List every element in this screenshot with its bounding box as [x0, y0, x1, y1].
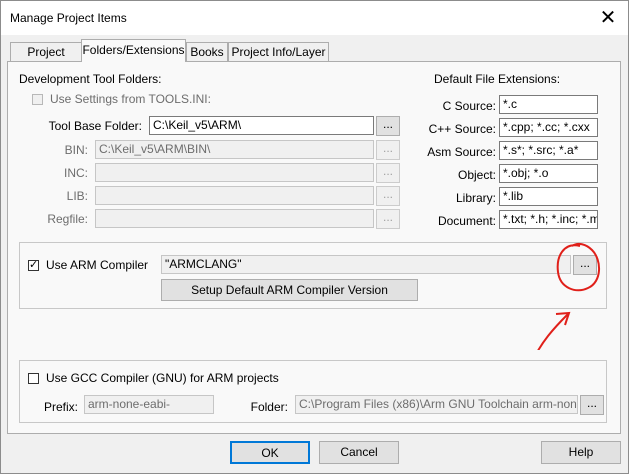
folders-extensions-panel: Development Tool Folders: Use Settings f… [7, 61, 621, 434]
regfile-input[interactable] [95, 209, 374, 228]
prefix-label: Prefix: [43, 400, 78, 414]
c-source-label: C Source: [442, 99, 496, 113]
setup-default-arm-compiler-button[interactable]: Setup Default ARM Compiler Version [161, 279, 418, 301]
tool-base-folder-label: Tool Base Folder: [48, 119, 142, 133]
tab-books[interactable]: Books [186, 42, 228, 61]
folder-label: Folder: [250, 400, 288, 414]
inc-browse-button[interactable]: ... [376, 163, 400, 183]
development-tool-folders-label: Development Tool Folders: [19, 72, 162, 86]
regfile-browse-button[interactable]: ... [376, 209, 400, 229]
gcc-folder-input[interactable]: C:\Program Files (x86)\Arm GNU Toolchain… [295, 395, 578, 414]
use-gcc-compiler-label: Use GCC Compiler (GNU) for ARM projects [46, 371, 279, 385]
default-file-extensions-label: Default File Extensions: [434, 72, 561, 86]
inc-label: INC: [64, 166, 88, 180]
close-icon[interactable]: ✕ [594, 5, 622, 31]
cpp-source-input[interactable]: *.cpp; *.cc; *.cxx [499, 118, 598, 137]
tab-folders-extensions[interactable]: Folders/Extensions [81, 39, 186, 62]
manage-project-items-dialog: Manage Project Items ✕ Project Items Fol… [0, 0, 629, 474]
regfile-label: Regfile: [47, 212, 88, 226]
inc-folder-input[interactable] [95, 163, 374, 182]
asm-source-label: Asm Source: [427, 145, 496, 159]
arm-compiler-version-field[interactable]: "ARMCLANG" [161, 255, 571, 274]
library-label: Library: [455, 191, 496, 205]
bin-browse-button[interactable]: ... [376, 140, 400, 160]
lib-label: LIB: [66, 189, 88, 203]
object-label: Object: [457, 168, 496, 182]
use-gcc-compiler-checkbox[interactable] [28, 373, 39, 384]
ok-button[interactable]: OK [230, 441, 310, 464]
lib-browse-button[interactable]: ... [376, 186, 400, 206]
use-arm-compiler-label: Use ARM Compiler [46, 258, 149, 272]
tab-project-items[interactable]: Project Items [10, 42, 82, 77]
help-button[interactable]: Help [541, 441, 621, 464]
asm-source-input[interactable]: *.s*; *.src; *.a* [499, 141, 598, 160]
use-tools-ini-label: Use Settings from TOOLS.INI: [50, 92, 211, 106]
cpp-source-label: C++ Source: [428, 122, 496, 136]
lib-folder-input[interactable] [95, 186, 374, 205]
use-arm-compiler-checkbox[interactable]: ✓ [28, 260, 39, 271]
title-bar: Manage Project Items ✕ [1, 1, 628, 35]
object-input[interactable]: *.obj; *.o [499, 164, 598, 183]
use-tools-ini-checkbox[interactable] [32, 94, 43, 105]
tab-strip: Project Items Folders/Extensions Books P… [1, 39, 628, 77]
gcc-prefix-input[interactable]: arm-none-eabi- [84, 395, 214, 414]
red-circle-arrow-annotation-icon [537, 242, 600, 350]
c-source-input[interactable]: *.c [499, 95, 598, 114]
gcc-folder-browse-button[interactable]: ... [580, 395, 604, 415]
bin-label: BIN: [64, 143, 88, 157]
library-input[interactable]: *.lib [499, 187, 598, 206]
window-title: Manage Project Items [10, 11, 127, 25]
document-label: Document: [437, 214, 496, 228]
tool-base-browse-button[interactable]: ... [376, 116, 400, 136]
bin-folder-input[interactable]: C:\Keil_v5\ARM\BIN\ [95, 140, 374, 159]
tab-project-info-layer[interactable]: Project Info/Layer [228, 42, 329, 61]
document-input[interactable]: *.txt; *.h; *.inc; *.md [499, 210, 598, 229]
tool-base-folder-input[interactable]: C:\Keil_v5\ARM\ [149, 116, 374, 135]
cancel-button[interactable]: Cancel [319, 441, 399, 464]
